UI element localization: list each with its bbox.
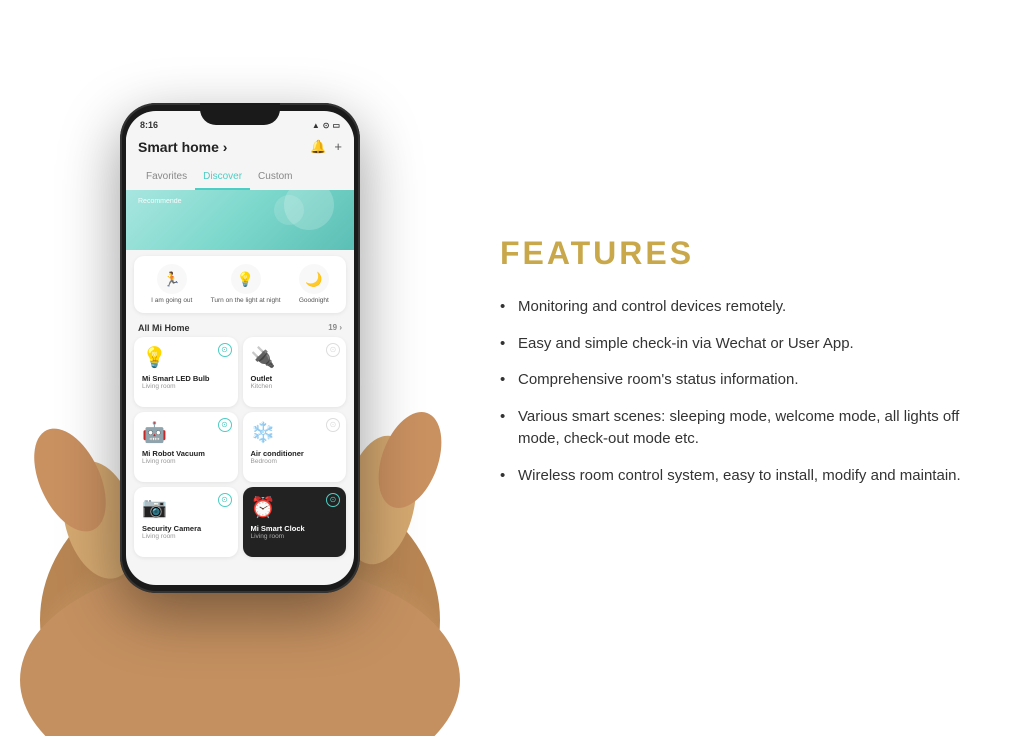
- notification-icon[interactable]: 🔔: [310, 139, 326, 155]
- device-card-ac[interactable]: ⊙ ❄️ Air conditioner Bedroom: [243, 412, 347, 482]
- vacuum-toggle[interactable]: ⊙: [218, 418, 232, 432]
- wifi-icon: ⊙: [323, 121, 330, 130]
- scene-goodnight[interactable]: 🌙 Goodnight: [299, 264, 329, 305]
- night-light-label: Turn on the light at night: [211, 297, 281, 305]
- recommended-label: Recommende: [138, 198, 342, 205]
- ac-toggle[interactable]: ⊙: [326, 418, 340, 432]
- hero-section: Recommende: [126, 190, 354, 250]
- led-bulb-icon: 💡: [142, 345, 230, 370]
- led-bulb-name: Mi Smart LED Bulb: [142, 374, 230, 383]
- status-icons: ▲ ⊙ ▭: [312, 121, 340, 130]
- clock-name: Mi Smart Clock: [251, 524, 339, 533]
- battery-icon: ▭: [332, 121, 340, 130]
- camera-toggle[interactable]: ⊙: [218, 493, 232, 507]
- header-icons-group: 🔔 +: [310, 139, 342, 155]
- all-mi-home-label: All Mi Home: [138, 323, 190, 333]
- outlet-icon: 🔌: [251, 345, 339, 370]
- feature-item-4: Various smart scenes: sleeping mode, wel…: [500, 406, 984, 451]
- app-header: Smart home › 🔔 +: [126, 135, 354, 169]
- device-card-camera[interactable]: ⊙ 📷 Security Camera Living room: [134, 487, 238, 557]
- all-mi-home-header: All Mi Home 19 ›: [126, 319, 354, 337]
- vacuum-name: Mi Robot Vacuum: [142, 449, 230, 458]
- goodnight-label: Goodnight: [299, 297, 329, 305]
- ac-name: Air conditioner: [251, 449, 339, 458]
- clock-icon: ⏰: [251, 495, 339, 520]
- camera-name: Security Camera: [142, 524, 230, 533]
- phone-screen: 8:16 ▲ ⊙ ▭ Smart home › 🔔 +: [126, 111, 354, 585]
- outlet-name: Outlet: [251, 374, 339, 383]
- tab-discover[interactable]: Discover: [195, 169, 250, 190]
- right-section: FEATURES Monitoring and control devices …: [480, 0, 1024, 736]
- scene-night-light[interactable]: 💡 Turn on the light at night: [211, 264, 281, 305]
- ac-icon: ❄️: [251, 420, 339, 445]
- feature-item-3: Comprehensive room's status information.: [500, 369, 984, 392]
- phone-frame: 8:16 ▲ ⊙ ▭ Smart home › 🔔 +: [120, 103, 360, 593]
- going-out-icon: 🏃: [157, 264, 187, 294]
- vacuum-location: Living room: [142, 458, 230, 465]
- feature-item-2: Easy and simple check-in via Wechat or U…: [500, 333, 984, 356]
- features-list: Monitoring and control devices remotely.…: [500, 296, 984, 501]
- phone-notch: [200, 103, 280, 125]
- going-out-label: I am going out: [151, 297, 192, 305]
- scenes-card: 🏃 I am going out 💡 Turn on the light at …: [134, 256, 346, 313]
- vacuum-icon: 🤖: [142, 420, 230, 445]
- device-card-clock[interactable]: ⊙ ⏰ Mi Smart Clock Living room: [243, 487, 347, 557]
- goodnight-icon: 🌙: [299, 264, 329, 294]
- device-card-led-bulb[interactable]: ⊙ 💡 Mi Smart LED Bulb Living room: [134, 337, 238, 407]
- night-light-icon: 💡: [231, 264, 261, 294]
- add-icon[interactable]: +: [334, 139, 342, 155]
- clock-location: Living room: [251, 533, 339, 540]
- camera-location: Living room: [142, 533, 230, 540]
- devices-grid: ⊙ 💡 Mi Smart LED Bulb Living room ⊙ 🔌 Ou…: [126, 337, 354, 557]
- signal-icon: ▲: [312, 121, 320, 130]
- tab-bar: Favorites Discover Custom: [126, 169, 354, 190]
- scenes-row: 🏃 I am going out 💡 Turn on the light at …: [142, 264, 338, 305]
- led-bulb-toggle[interactable]: ⊙: [218, 343, 232, 357]
- outlet-toggle[interactable]: ⊙: [326, 343, 340, 357]
- phone-mockup: 8:16 ▲ ⊙ ▭ Smart home › 🔔 +: [120, 163, 360, 593]
- ac-location: Bedroom: [251, 458, 339, 465]
- scene-going-out[interactable]: 🏃 I am going out: [151, 264, 192, 305]
- tab-custom[interactable]: Custom: [250, 169, 300, 190]
- feature-item-5: Wireless room control system, easy to in…: [500, 465, 984, 488]
- device-count[interactable]: 19 ›: [328, 323, 342, 332]
- led-bulb-location: Living room: [142, 383, 230, 390]
- camera-icon: 📷: [142, 495, 230, 520]
- clock-toggle[interactable]: ⊙: [326, 493, 340, 507]
- features-title: FEATURES: [500, 235, 984, 272]
- app-title: Smart home ›: [138, 139, 227, 155]
- clock: 8:16: [140, 120, 158, 130]
- device-card-vacuum[interactable]: ⊙ 🤖 Mi Robot Vacuum Living room: [134, 412, 238, 482]
- feature-item-1: Monitoring and control devices remotely.: [500, 296, 984, 319]
- left-section: 8:16 ▲ ⊙ ▭ Smart home › 🔔 +: [0, 0, 480, 736]
- app-title-row: Smart home › 🔔 +: [138, 139, 342, 155]
- outlet-location: Kitchen: [251, 383, 339, 390]
- tab-favorites[interactable]: Favorites: [138, 169, 195, 190]
- device-card-outlet[interactable]: ⊙ 🔌 Outlet Kitchen: [243, 337, 347, 407]
